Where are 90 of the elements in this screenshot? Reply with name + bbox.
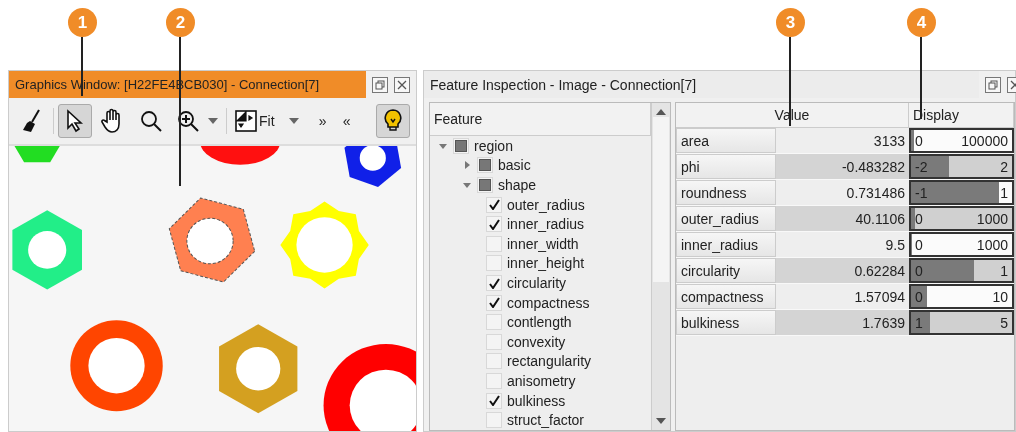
row-header: compactness (676, 284, 776, 309)
pointer-tool-button[interactable] (58, 104, 92, 138)
check-icon (488, 297, 500, 309)
tree-checkbox[interactable] (486, 275, 502, 292)
tree-item-label[interactable]: anisometry (507, 373, 576, 389)
collapse-toolbar-button[interactable]: « (336, 104, 357, 138)
row-header: roundness (676, 180, 776, 205)
range-min-label: -2 (915, 158, 928, 175)
caret-icon (288, 118, 299, 124)
tree-item-label[interactable]: inner_height (507, 255, 585, 272)
range-min-label: -1 (915, 184, 928, 201)
check-icon (488, 218, 500, 230)
range-max-label: 1000 (976, 236, 1008, 253)
callout-marker: 3 (776, 8, 805, 37)
tree-checkbox[interactable] (477, 157, 493, 174)
range-max-label: 1 (1000, 184, 1008, 201)
close-button[interactable] (394, 76, 410, 93)
row-header: circularity (676, 258, 776, 283)
range-min-label: 0 (915, 288, 923, 305)
tree-checkbox[interactable] (486, 216, 502, 233)
tree-checkbox[interactable] (453, 137, 469, 154)
expand-arrow-icon[interactable] (462, 160, 472, 171)
table-cell: -0.483282 (776, 154, 909, 179)
tree-checkbox[interactable] (486, 314, 502, 331)
expand-toolbar-button[interactable]: » (312, 104, 333, 138)
window-title: Feature Inspection - Image - Connection[7] (424, 71, 979, 98)
table-cell: 0.62284 (776, 258, 909, 283)
scrollbar[interactable] (651, 103, 670, 430)
cursor-icon (66, 109, 84, 133)
tree-checkbox[interactable] (486, 196, 502, 213)
scroll-up-arrow-icon[interactable] (656, 109, 666, 115)
range-min-label: 1 (915, 314, 923, 331)
column-header: Feature (430, 103, 651, 137)
row-header: area (676, 128, 776, 153)
range-min-label: 0 (915, 210, 923, 227)
range-max-label: 1000 (976, 210, 1008, 227)
tree-item-label[interactable]: basic (498, 157, 531, 174)
tree-checkbox[interactable] (486, 392, 502, 409)
row-header: phi (676, 154, 776, 179)
row-header: bulkiness (676, 310, 776, 335)
restore-button[interactable] (985, 76, 1001, 93)
check-icon (488, 395, 500, 407)
search-icon (139, 109, 163, 133)
callout-marker: 2 (166, 8, 195, 37)
range-max-label: 10 (992, 288, 1008, 305)
tree-item-label[interactable]: shape (498, 177, 537, 194)
tree-item-label[interactable]: inner_width (507, 235, 579, 252)
tree-item-label[interactable]: circularity (507, 275, 567, 292)
table-cell: 40.1106 (776, 206, 909, 231)
row-header: outer_radius (676, 206, 776, 231)
tree-checkbox[interactable] (486, 255, 502, 272)
tree-checkbox[interactable] (486, 353, 502, 370)
tree-checkbox[interactable] (486, 373, 502, 389)
tree-item-label[interactable]: convexity (507, 333, 566, 350)
tree-checkbox[interactable] (486, 235, 502, 252)
callout-marker: 1 (68, 8, 97, 37)
tree-item-label[interactable]: contlength (507, 314, 572, 331)
range-min-label: 0 (915, 236, 923, 253)
tree-item-label[interactable]: rectangularity (507, 353, 592, 370)
tree-checkbox[interactable] (477, 177, 493, 194)
check-icon (488, 277, 500, 289)
range-min-label: 0 (915, 132, 923, 149)
tree-checkbox[interactable] (486, 412, 502, 429)
fit-icon (235, 110, 257, 132)
leader-line (81, 37, 83, 96)
zoom-in-icon (176, 109, 200, 133)
tree-item-label[interactable]: inner_radius (507, 216, 585, 233)
tree-item-label[interactable]: outer_radius (507, 196, 585, 213)
check-icon (488, 199, 500, 211)
fit-button[interactable]: Fit (231, 104, 279, 138)
table-cell: 1.7639 (776, 310, 909, 335)
range-min-label: 0 (915, 262, 923, 279)
tree-item-label[interactable]: compactness (507, 294, 590, 311)
light-bulb-icon (383, 108, 403, 134)
tree-item-label[interactable]: region (474, 137, 513, 154)
caret-icon (208, 118, 218, 124)
scroll-down-arrow-icon[interactable] (656, 418, 666, 424)
range-max-label: 2 (1000, 158, 1008, 175)
light-bulb-button[interactable] (376, 104, 410, 138)
tree-item-label[interactable]: bulkiness (507, 392, 566, 409)
tree-checkbox[interactable] (486, 333, 502, 350)
range-max-label: 1 (1000, 262, 1008, 279)
broom-icon (21, 109, 43, 133)
row-header: inner_radius (676, 232, 776, 257)
range-max-label: 5 (1000, 314, 1008, 331)
tree-item-label[interactable]: struct_factor (507, 412, 585, 429)
callout-marker: 4 (907, 8, 936, 37)
range-max-label: 100000 (961, 132, 1008, 149)
restore-button[interactable] (372, 76, 388, 93)
tree-checkbox[interactable] (486, 294, 502, 311)
